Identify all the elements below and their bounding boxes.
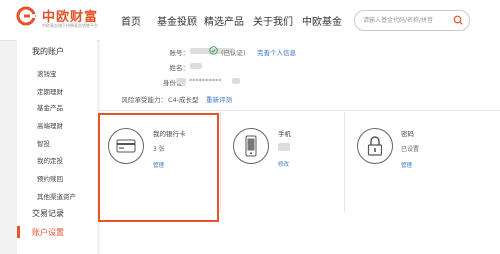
search-icon[interactable] [453, 15, 463, 25]
sidebar-item-transactions[interactable]: 交易记录 [32, 208, 64, 219]
id-suffix-masked [232, 78, 240, 84]
sidebar-item-gunqianbao[interactable]: 滚钱宝 [37, 68, 57, 78]
phone-title: 手机 [278, 130, 291, 138]
sidebar-title: 我的账户 [32, 47, 64, 56]
risk-label: 风险承受能力： [121, 96, 168, 104]
account-label: 账号： [169, 49, 190, 57]
lock-icon [357, 128, 393, 164]
id-value: ********** [189, 77, 222, 85]
complete-info-link[interactable]: 完善个人信息 [257, 47, 296, 57]
id-prefix-masked [176, 78, 186, 84]
divider [100, 110, 500, 111]
nav-zhongou-fund[interactable]: 中欧基金 [302, 13, 342, 28]
name-value-masked [190, 63, 202, 69]
sidebar-item-account-settings[interactable]: 账户设置 [32, 227, 64, 238]
sidebar-item-high-end[interactable]: 高端理财 [37, 120, 63, 130]
nav-featured-products[interactable]: 精选产品 [204, 13, 244, 28]
sidebar-item-scheduled-redeem[interactable]: 预约赎回 [37, 173, 63, 183]
highlight-box [98, 113, 219, 222]
verified-check-icon [209, 46, 218, 55]
top-header: 中欧财富 中欧基金旗下持牌基金销售平台 首页 基金投顾 精选产品 关于我们 中欧… [0, 0, 500, 41]
name-label: 姓名： [169, 64, 190, 72]
risk-retest-link[interactable]: 重新评测 [206, 94, 232, 104]
phone-modify-link[interactable]: 修改 [278, 160, 289, 168]
verified-text: 已认证 [223, 49, 244, 57]
sidebar-item-other-assets[interactable]: 其他渠道资产 [37, 191, 76, 201]
sidebar-item-fixed-term[interactable]: 定期理财 [37, 86, 63, 96]
main-content: 账号： (已认证) 完善个人信息 姓名： 身份证： ********** 风险承… [98, 40, 500, 254]
verified-status: (已认证) [221, 49, 246, 57]
password-manage-link[interactable]: 管理 [401, 161, 412, 169]
phone-value-masked [278, 143, 290, 151]
search-box [354, 10, 470, 31]
password-title: 密码 [401, 130, 414, 138]
nav-home[interactable]: 首页 [121, 13, 141, 28]
nav-fund-advisory[interactable]: 基金投顾 [157, 13, 197, 28]
search-input[interactable] [363, 14, 451, 26]
brand-tagline: 中欧基金旗下持牌基金销售平台 [42, 23, 98, 28]
sidebar-item-fund-products[interactable]: 基金产品 [37, 102, 63, 112]
brand-logo-icon [16, 6, 36, 26]
sidebar-item-smart-invest[interactable]: 智投 [37, 138, 50, 148]
account-sidebar: 我的账户 滚钱宝 定期理财 基金产品 高端理财 智投 我的定投 预约赎回 其他渠… [17, 40, 97, 254]
risk-value: C4-成长型 [168, 96, 199, 104]
nav-about-us[interactable]: 关于我们 [253, 13, 293, 28]
sidebar-item-my-sip[interactable]: 我的定投 [37, 155, 63, 165]
mobile-phone-icon [233, 128, 269, 164]
active-indicator [17, 226, 20, 238]
card-divider [344, 112, 345, 212]
card-divider [220, 112, 221, 212]
password-status: 已设置 [401, 146, 420, 153]
